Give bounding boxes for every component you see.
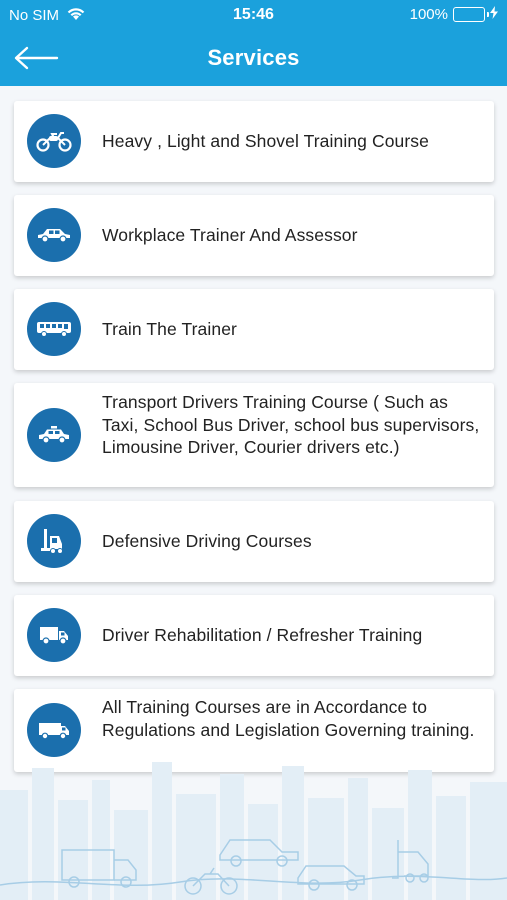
status-bar: No SIM 15:46 100%	[0, 0, 507, 30]
service-label: Heavy , Light and Shovel Training Course	[102, 131, 429, 151]
service-label: Train The Trainer	[102, 319, 237, 339]
charging-bolt-icon	[490, 6, 498, 23]
bus-icon	[27, 302, 81, 356]
taxi-icon	[27, 408, 81, 462]
service-item[interactable]: Workplace Trainer And Assessor	[14, 195, 494, 276]
motorcycle-icon	[27, 114, 81, 168]
service-item[interactable]: Train The Trainer	[14, 289, 494, 370]
truck-icon	[27, 608, 81, 662]
service-item[interactable]: Transport Drivers Training Course ( Such…	[14, 383, 494, 487]
service-item[interactable]: Heavy , Light and Shovel Training Course	[14, 101, 494, 182]
service-item[interactable]: Driver Rehabilitation / Refresher Traini…	[14, 595, 494, 676]
service-label: Workplace Trainer And Assessor	[102, 225, 358, 245]
battery-percent: 100%	[409, 6, 448, 23]
service-item[interactable]: Defensive Driving Courses	[14, 501, 494, 582]
navigation-bar: Services	[0, 30, 507, 86]
service-label: Driver Rehabilitation / Refresher Traini…	[102, 625, 423, 645]
service-label: Transport Drivers Training Course ( Such…	[102, 392, 480, 457]
city-skyline-illustration	[0, 762, 507, 900]
car-icon	[27, 208, 81, 262]
page-title: Services	[207, 45, 300, 70]
van-icon	[27, 703, 81, 757]
service-label: All Training Courses are in Accordance t…	[102, 697, 475, 740]
service-label: Defensive Driving Courses	[102, 531, 312, 551]
forklift-icon	[27, 514, 81, 568]
battery-icon	[453, 7, 489, 22]
